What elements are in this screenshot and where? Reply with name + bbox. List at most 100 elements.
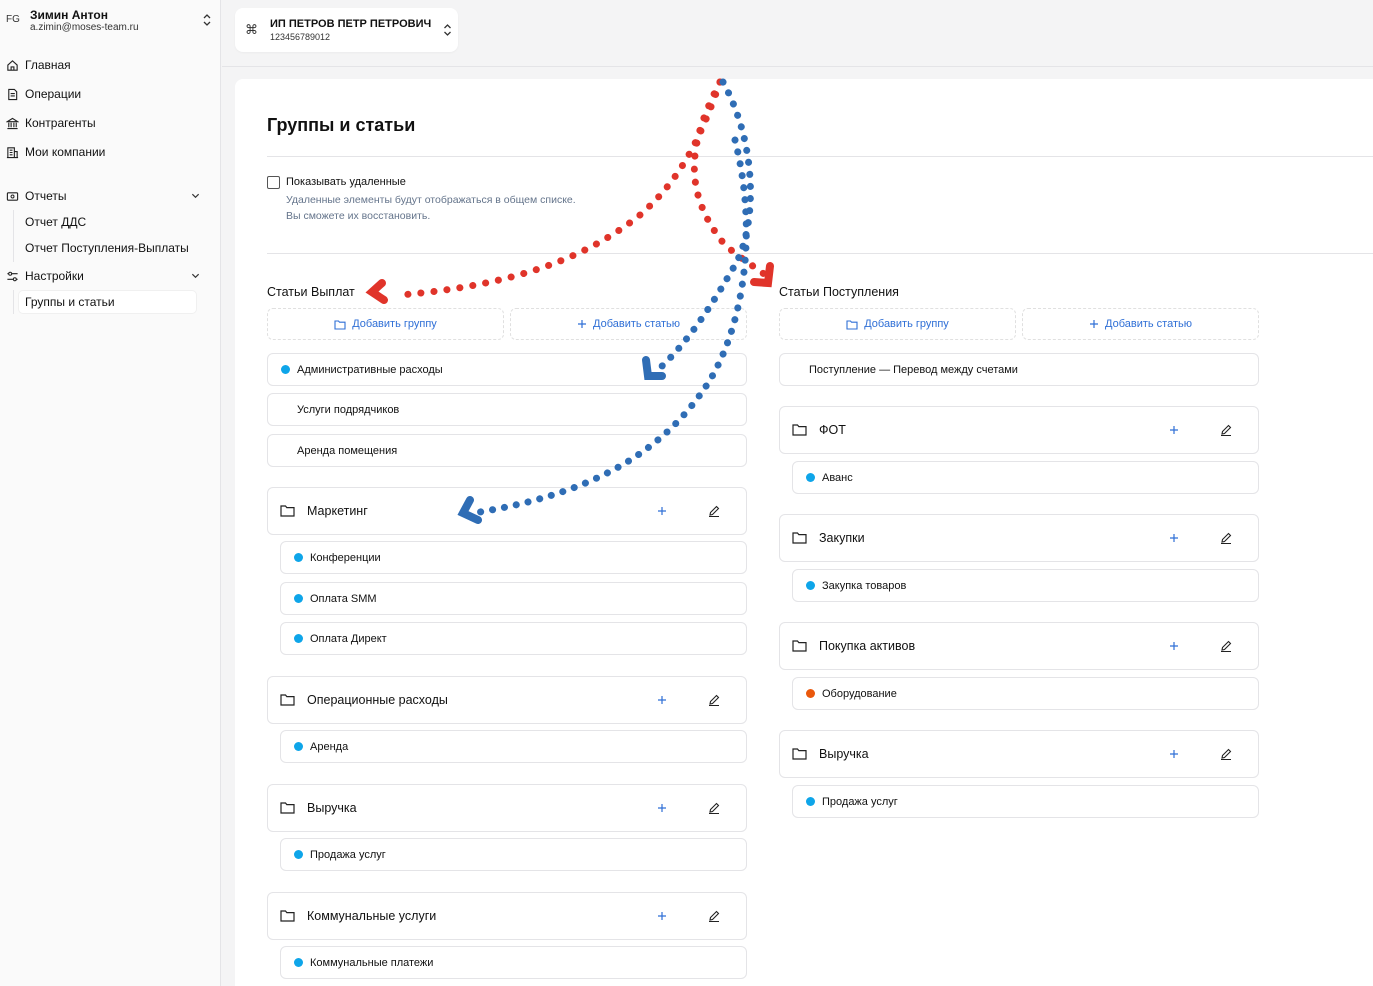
- show-deleted-hint: Вы сможете их восстановить.: [286, 210, 431, 222]
- plus-icon[interactable]: [656, 694, 668, 706]
- pencil-icon[interactable]: [708, 910, 720, 922]
- group-row[interactable]: Выручка: [267, 784, 747, 832]
- pencil-icon[interactable]: [1220, 640, 1232, 652]
- item-label: Продажа услуг: [310, 848, 386, 861]
- folder-icon: [280, 802, 295, 814]
- settings-subtree-line: [13, 290, 14, 314]
- plus-icon[interactable]: [656, 802, 668, 814]
- item-label: Конференции: [310, 551, 381, 564]
- add-group-button[interactable]: Добавить группу: [779, 308, 1016, 340]
- group-row[interactable]: Операционные расходы: [267, 676, 747, 724]
- pencil-icon[interactable]: [1220, 532, 1232, 544]
- pencil-icon[interactable]: [708, 694, 720, 706]
- pencil-icon[interactable]: [708, 802, 720, 814]
- folder-icon: [792, 748, 807, 760]
- item-label: Оборудование: [822, 687, 897, 700]
- nav-settings[interactable]: Настройки: [6, 265, 214, 287]
- group-row[interactable]: Маркетинг: [267, 487, 747, 535]
- item-label: Коммунальные платежи: [310, 956, 434, 969]
- list-item[interactable]: Оплата Директ: [280, 622, 747, 655]
- pencil-icon[interactable]: [1220, 748, 1232, 760]
- plus-icon[interactable]: [1168, 748, 1180, 760]
- group-row[interactable]: Закупки: [779, 514, 1259, 562]
- settings-sliders-icon: [7, 271, 18, 281]
- add-group-label: Добавить группу: [864, 318, 949, 330]
- reports-subtree-line: [13, 210, 14, 262]
- add-item-label: Добавить статью: [593, 318, 680, 330]
- header-divider: [222, 66, 1373, 67]
- nav-report-inout[interactable]: Отчет Поступления-Выплаты: [19, 237, 196, 259]
- plus-icon[interactable]: [1168, 640, 1180, 652]
- folder-icon: [280, 910, 295, 922]
- pencil-icon[interactable]: [1220, 424, 1232, 436]
- divider: [267, 253, 1373, 254]
- nav-reports[interactable]: Отчеты: [6, 185, 214, 207]
- list-item[interactable]: Продажа услуг: [792, 785, 1259, 818]
- nav-home-label: Главная: [25, 58, 71, 72]
- group-row[interactable]: ФОТ: [779, 406, 1259, 454]
- item-label: Аренда помещения: [297, 444, 398, 457]
- add-item-button[interactable]: Добавить статью: [510, 308, 747, 340]
- show-deleted-checkbox[interactable]: [267, 176, 280, 189]
- company-selector[interactable]: ⌘ ИП ПЕТРОВ ПЕТР ПЕТРОВИЧ 123456789012: [235, 8, 458, 52]
- plus-icon[interactable]: [1168, 424, 1180, 436]
- nav-operations-label: Операции: [25, 87, 82, 101]
- list-item[interactable]: Конференции: [280, 541, 747, 574]
- payouts-title: Статьи Выплат: [267, 285, 355, 299]
- list-item[interactable]: Оплата SMM: [280, 582, 747, 615]
- status-dot: [806, 581, 815, 590]
- list-item[interactable]: Аванс: [792, 461, 1259, 494]
- list-item[interactable]: Коммунальные платежи: [280, 946, 747, 979]
- list-item[interactable]: Аренда помещения: [267, 434, 747, 467]
- group-row[interactable]: Выручка: [779, 730, 1259, 778]
- list-item[interactable]: Административные расходы: [267, 353, 747, 386]
- item-label: Аренда: [310, 740, 349, 753]
- nav-contractors[interactable]: Контрагенты: [6, 112, 214, 134]
- folder-icon: [792, 424, 807, 436]
- list-item[interactable]: Продажа услуг: [280, 838, 747, 871]
- plus-icon[interactable]: [656, 505, 668, 517]
- nav-groups[interactable]: Группы и статьи: [19, 291, 196, 313]
- list-item[interactable]: Аренда: [280, 730, 747, 763]
- list-item[interactable]: Услуги подрядчиков: [267, 393, 747, 426]
- folder-icon: [280, 694, 295, 706]
- item-label: Аванс: [822, 471, 853, 484]
- show-deleted-label[interactable]: Показывать удаленные: [286, 176, 406, 188]
- group-label: Коммунальные услуги: [307, 909, 437, 923]
- item-label: Поступление — Перевод между счетами: [809, 363, 1018, 376]
- pencil-icon[interactable]: [708, 505, 720, 517]
- list-item[interactable]: Закупка товаров: [792, 569, 1259, 602]
- nav-operations[interactable]: Операции: [6, 83, 214, 105]
- add-group-button[interactable]: Добавить группу: [267, 308, 504, 340]
- nav-report-dds[interactable]: Отчет ДДС: [19, 211, 196, 233]
- user-switcher[interactable]: FG Зимин Антон a.zimin@moses-team.ru: [0, 0, 221, 42]
- plus-icon[interactable]: [1168, 532, 1180, 544]
- group-row[interactable]: Покупка активов: [779, 622, 1259, 670]
- list-item[interactable]: Поступление — Перевод между счетами: [779, 353, 1259, 386]
- chevron-down-icon: [191, 273, 200, 279]
- group-label: ФОТ: [819, 423, 846, 437]
- chevron-up-down-icon: [203, 14, 211, 26]
- user-name: Зимин Антон: [30, 8, 108, 22]
- group-label: Закупки: [819, 531, 865, 545]
- folder-icon: [280, 505, 295, 517]
- folder-icon: [792, 532, 807, 544]
- nav-settings-label: Настройки: [25, 269, 84, 283]
- plus-icon: [578, 320, 586, 328]
- nav-report-inout-label: Отчет Поступления-Выплаты: [25, 241, 189, 255]
- group-label: Маркетинг: [307, 504, 368, 518]
- building-icon: [6, 146, 19, 158]
- plus-icon[interactable]: [656, 910, 668, 922]
- folder-icon: [792, 640, 807, 652]
- nav-home[interactable]: Главная: [6, 54, 214, 76]
- sidebar: FG Зимин Антон a.zimin@moses-team.ru Гла…: [0, 0, 221, 986]
- status-dot: [294, 958, 303, 967]
- bank-icon: [6, 117, 19, 129]
- list-item[interactable]: Оборудование: [792, 677, 1259, 710]
- add-item-label: Добавить статью: [1105, 318, 1192, 330]
- item-label: Административные расходы: [297, 363, 443, 376]
- command-icon: ⌘: [245, 22, 258, 37]
- nav-companies[interactable]: Мои компании: [6, 141, 214, 163]
- group-row[interactable]: Коммунальные услуги: [267, 892, 747, 940]
- add-item-button[interactable]: Добавить статью: [1022, 308, 1259, 340]
